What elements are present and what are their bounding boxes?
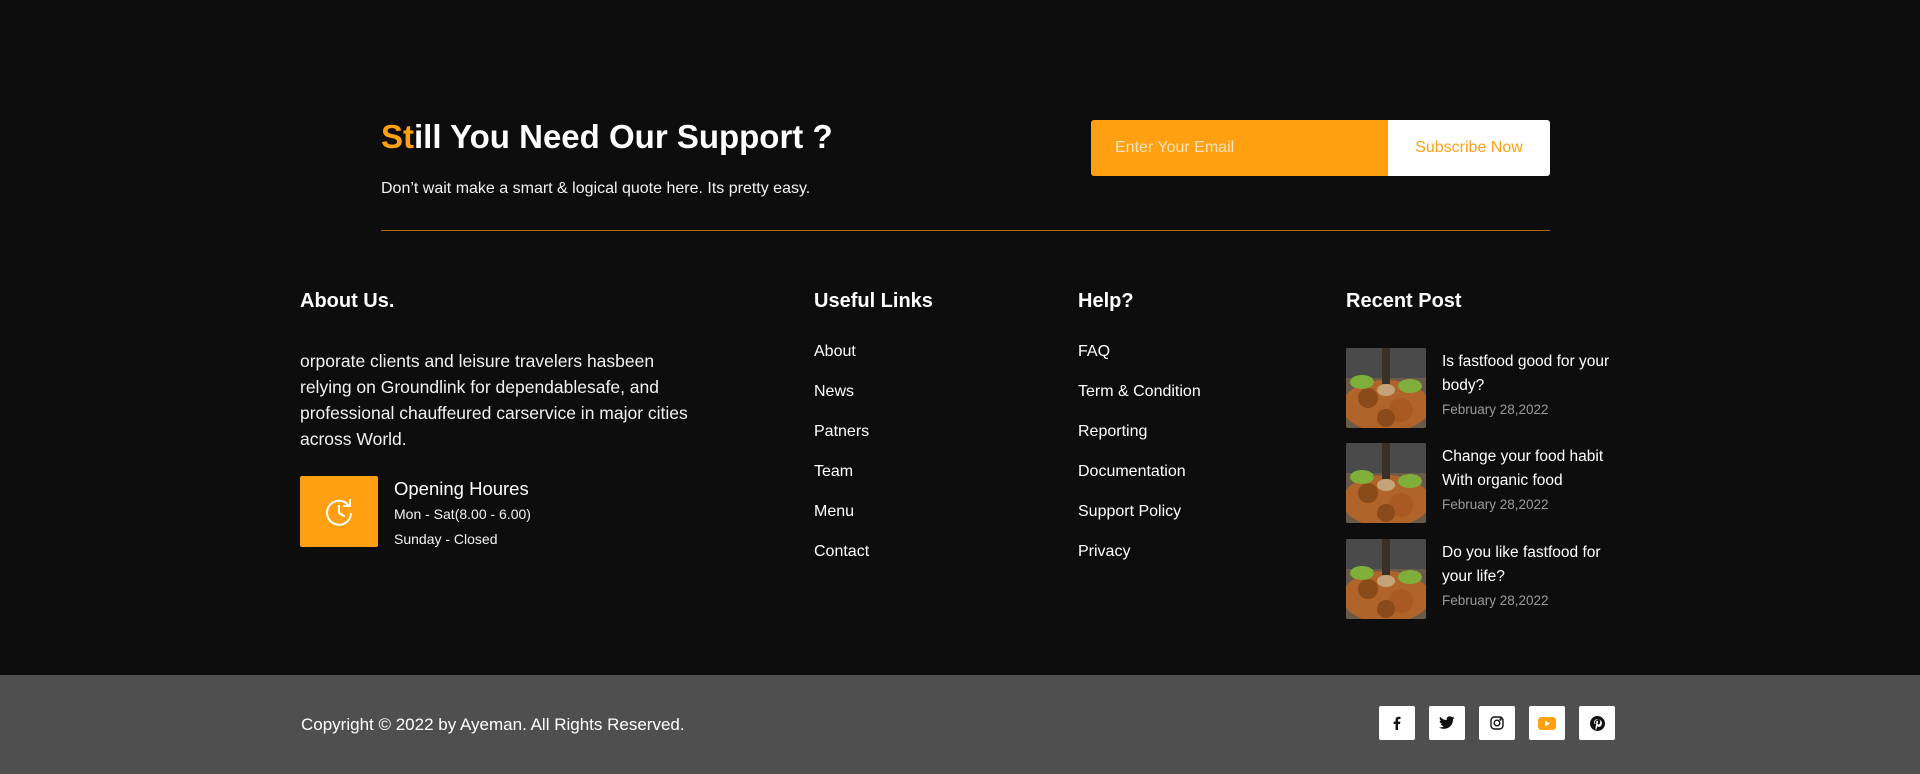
pinterest-icon bbox=[1589, 715, 1605, 731]
opening-hours-weekdays: Mon - Sat(8.00 - 6.00) bbox=[394, 506, 531, 522]
about-text: orporate clients and leisure travelers h… bbox=[300, 351, 688, 449]
support-subtitle: Don’t wait make a smart & logical quote … bbox=[381, 180, 811, 197]
useful-link-about[interactable]: About bbox=[814, 342, 869, 382]
recent-post-item[interactable]: Is fastfood good for your body? February… bbox=[1346, 348, 1626, 428]
help-link-faq[interactable]: FAQ bbox=[1078, 342, 1201, 382]
post-thumbnail[interactable] bbox=[1346, 348, 1426, 428]
clock-icon bbox=[326, 498, 352, 526]
post-title[interactable]: Do you like fastfood for your life? bbox=[1442, 541, 1626, 589]
section-divider bbox=[381, 230, 1550, 231]
help-title: Help? bbox=[1078, 290, 1134, 312]
help-link-reporting[interactable]: Reporting bbox=[1078, 422, 1201, 462]
help-link-support-policy[interactable]: Support Policy bbox=[1078, 502, 1201, 542]
about-title: About Us. bbox=[300, 290, 395, 312]
help-link-documentation[interactable]: Documentation bbox=[1078, 462, 1201, 502]
twitter-icon bbox=[1439, 716, 1455, 729]
footer-bottom-bar: Copyright © 2022 by Ayeman. All Rights R… bbox=[0, 675, 1920, 774]
email-input[interactable] bbox=[1091, 120, 1388, 176]
youtube-link[interactable] bbox=[1529, 706, 1565, 740]
useful-links-title: Useful Links bbox=[814, 290, 933, 312]
support-title: Still You Need Our Support ? bbox=[381, 118, 833, 156]
recent-post-item[interactable]: Do you like fastfood for your life? Febr… bbox=[1346, 539, 1626, 619]
youtube-icon bbox=[1538, 716, 1556, 730]
support-title-accent: St bbox=[381, 118, 414, 155]
post-thumbnail[interactable] bbox=[1346, 539, 1426, 619]
opening-hours-sunday: Sunday - Closed bbox=[394, 531, 498, 547]
post-date: February 28,2022 bbox=[1442, 402, 1549, 417]
post-title[interactable]: Is fastfood good for your body? bbox=[1442, 350, 1626, 398]
post-title[interactable]: Change your food habit With organic food bbox=[1442, 445, 1626, 493]
facebook-icon bbox=[1393, 716, 1401, 730]
recent-post-item[interactable]: Change your food habit With organic food… bbox=[1346, 443, 1626, 523]
pinterest-link[interactable] bbox=[1579, 706, 1615, 740]
instagram-icon bbox=[1490, 716, 1504, 730]
subscribe-button[interactable]: Subscribe Now bbox=[1388, 120, 1550, 176]
useful-links-list: About News Patners Team Menu Contact bbox=[814, 342, 869, 582]
opening-hours-title: Opening Houres bbox=[394, 478, 529, 499]
facebook-link[interactable] bbox=[1379, 706, 1415, 740]
support-title-rest: ill You Need Our Support ? bbox=[414, 118, 833, 155]
help-links-list: FAQ Term & Condition Reporting Documenta… bbox=[1078, 342, 1201, 582]
copyright-text: Copyright © 2022 by Ayeman. All Rights R… bbox=[301, 715, 685, 734]
useful-link-patners[interactable]: Patners bbox=[814, 422, 869, 462]
useful-link-team[interactable]: Team bbox=[814, 462, 869, 502]
post-date: February 28,2022 bbox=[1442, 497, 1549, 512]
opening-hours-icon-box bbox=[300, 476, 378, 547]
useful-link-contact[interactable]: Contact bbox=[814, 542, 869, 582]
subscribe-form: Subscribe Now bbox=[1091, 120, 1550, 176]
useful-link-menu[interactable]: Menu bbox=[814, 502, 869, 542]
help-link-terms[interactable]: Term & Condition bbox=[1078, 382, 1201, 422]
post-date: February 28,2022 bbox=[1442, 593, 1549, 608]
post-thumbnail[interactable] bbox=[1346, 443, 1426, 523]
help-link-privacy[interactable]: Privacy bbox=[1078, 542, 1201, 582]
instagram-link[interactable] bbox=[1479, 706, 1515, 740]
recent-post-title: Recent Post bbox=[1346, 290, 1462, 312]
twitter-link[interactable] bbox=[1429, 706, 1465, 740]
useful-link-news[interactable]: News bbox=[814, 382, 869, 422]
